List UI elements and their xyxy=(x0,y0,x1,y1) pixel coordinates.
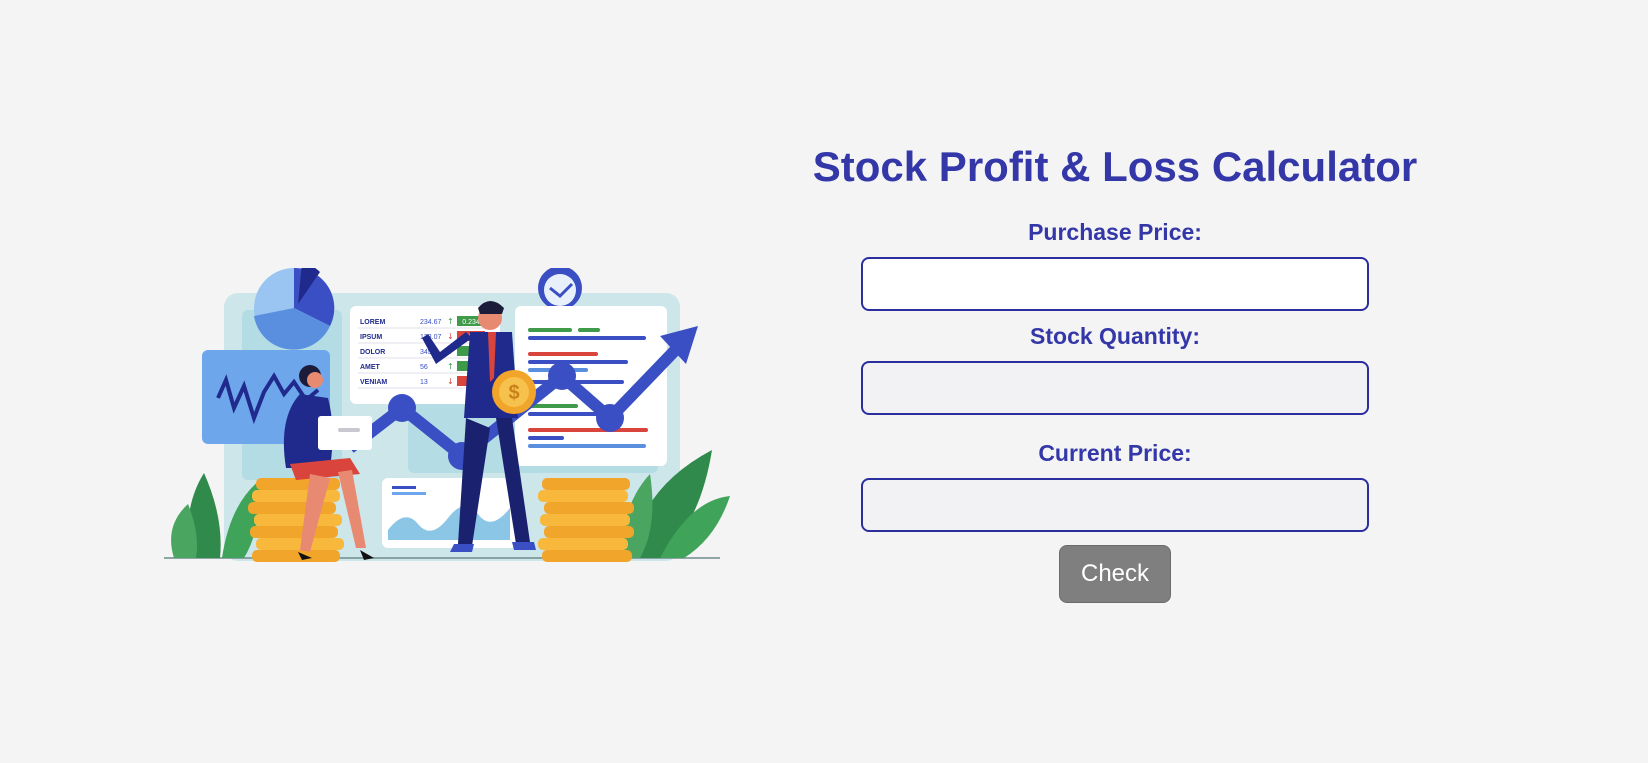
arrow-up-icon: ↑ xyxy=(447,317,454,326)
ticker-name: DOLOR xyxy=(360,349,385,356)
ticker-change: 0.234 xyxy=(462,319,480,326)
pie-chart-icon xyxy=(254,268,335,350)
stock-quantity-label: Stock Quantity: xyxy=(1030,323,1200,349)
ticker-name: VENIAM xyxy=(360,379,387,386)
stock-quantity-input[interactable] xyxy=(861,361,1369,415)
current-price-input[interactable] xyxy=(861,478,1369,532)
ticker-name: LOREM xyxy=(360,319,385,326)
ticker-price: 234.67 xyxy=(420,319,442,326)
check-button[interactable]: Check xyxy=(1059,545,1171,603)
arrow-down-icon: ↓ xyxy=(447,332,454,341)
purchase-price-input[interactable] xyxy=(861,257,1369,311)
ticker-name: IPSUM xyxy=(360,334,382,341)
svg-text:$: $ xyxy=(508,382,519,404)
stock-market-illustration: LOREM234.67↑0.234IPSUM123.07↓0.134DOLOR3… xyxy=(164,268,730,562)
page: LOREM234.67↑0.234IPSUM123.07↓0.134DOLOR3… xyxy=(0,0,1648,763)
ticker-name: AMET xyxy=(360,364,381,371)
area-chart-card xyxy=(382,478,517,548)
ticker-price: 56 xyxy=(420,364,428,371)
arrow-down-icon: ↓ xyxy=(447,377,454,386)
page-title: Stock Profit & Loss Calculator xyxy=(812,143,1418,190)
clock-icon xyxy=(538,268,582,310)
coin-stack-left-icon xyxy=(248,478,344,562)
current-price-label: Current Price: xyxy=(1038,440,1192,466)
calculator-form: Stock Profit & Loss Calculator Purchase … xyxy=(790,140,1440,603)
coin-stack-right-icon xyxy=(538,478,634,562)
arrow-up-icon: ↑ xyxy=(447,362,454,371)
ticker-price: 13 xyxy=(420,379,428,386)
purchase-price-label: Purchase Price: xyxy=(1028,219,1202,245)
